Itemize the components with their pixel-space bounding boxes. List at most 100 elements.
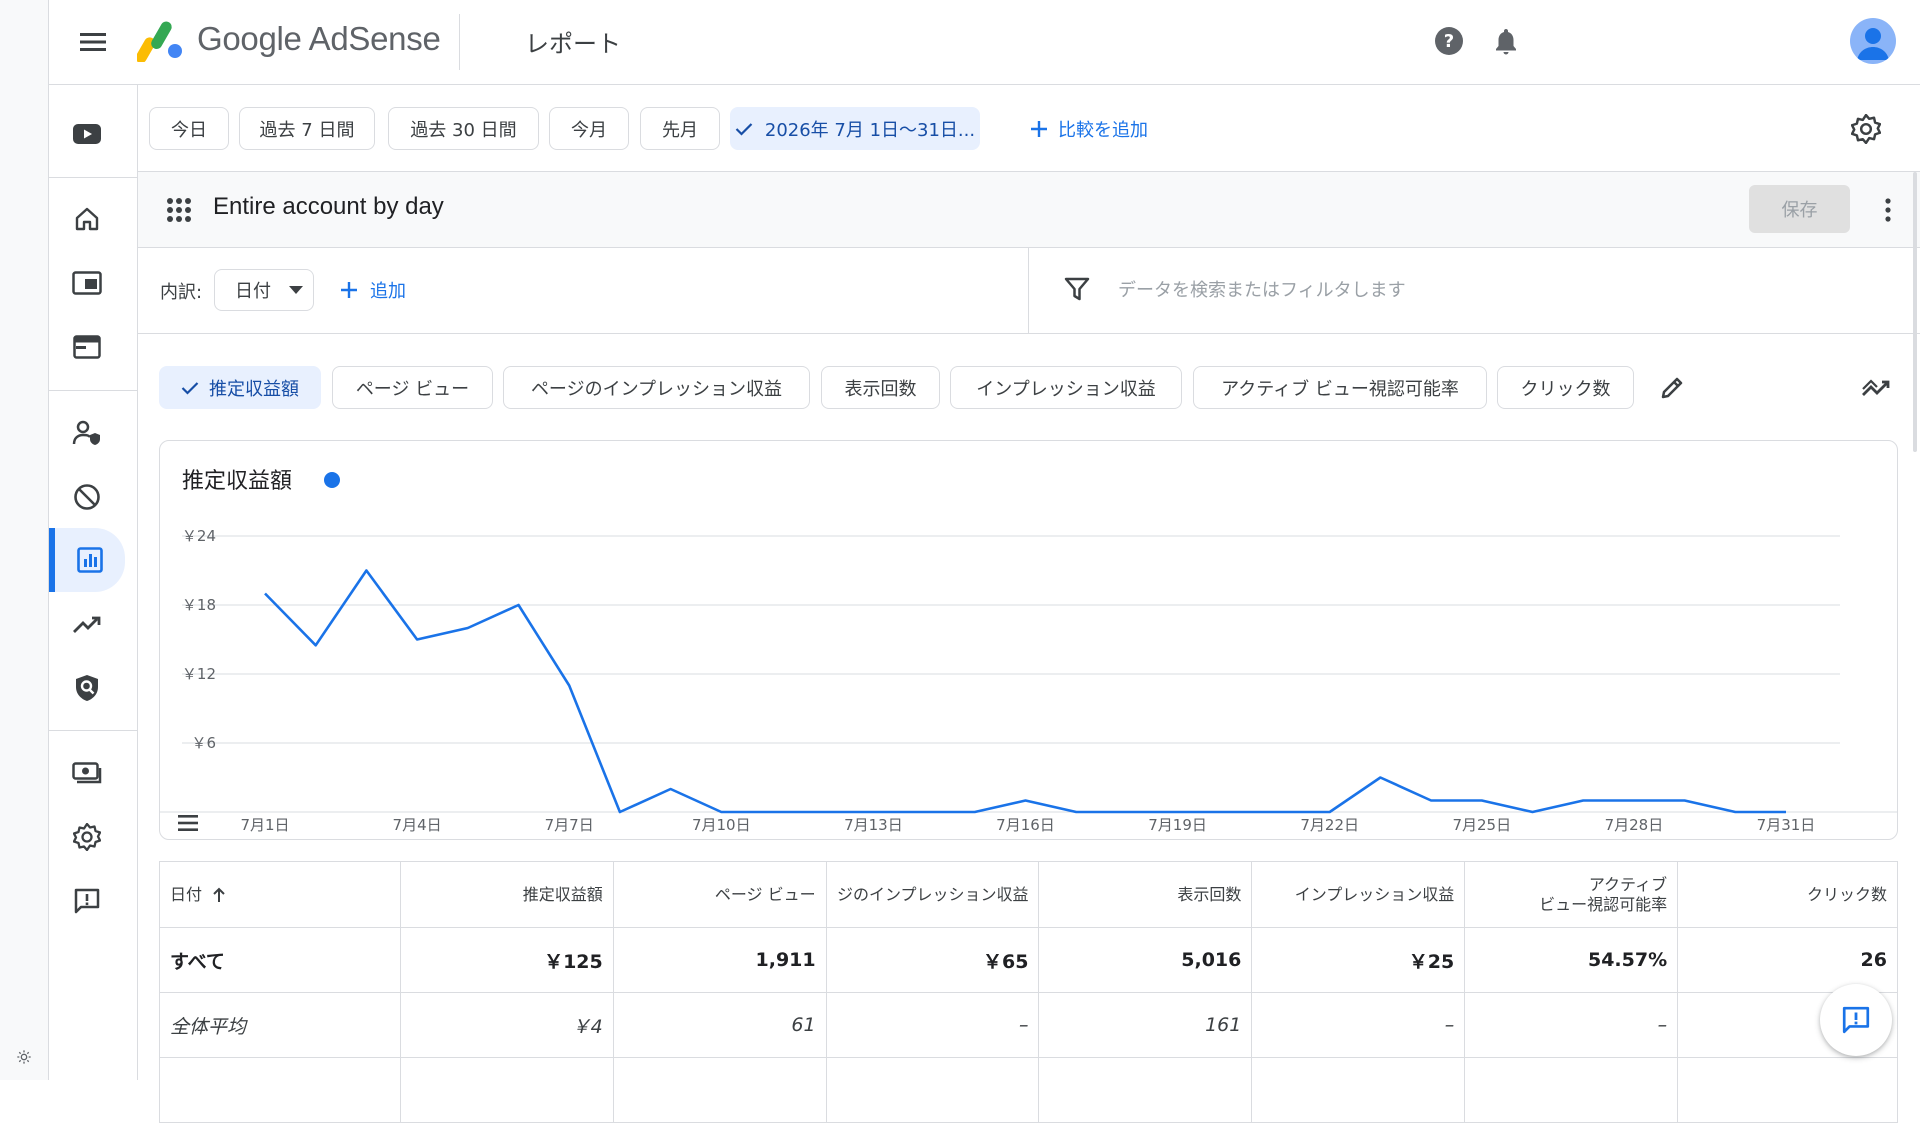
date-range-picker[interactable]: 2026年 7月 1日～31日... xyxy=(730,107,980,150)
sort-ascending-icon xyxy=(213,887,225,902)
add-breakdown-button[interactable]: 追加 xyxy=(340,269,406,311)
date-chip-this-month[interactable]: 今月 xyxy=(549,107,629,150)
table-cell xyxy=(614,1058,827,1122)
help-icon[interactable]: ? xyxy=(1430,22,1468,60)
app-header: Google AdSense レポート ? xyxy=(49,0,1920,85)
metric-chip-clicks[interactable]: クリック数 xyxy=(1497,366,1634,409)
youtube-icon[interactable] xyxy=(49,104,125,164)
y-tick-label: ￥18 xyxy=(182,596,216,614)
add-comparison-label: 比較を追加 xyxy=(1058,119,1148,141)
column-header-estimated-earnings[interactable]: 推定収益額 xyxy=(401,862,614,927)
account-privacy-icon[interactable] xyxy=(49,403,125,463)
account-avatar[interactable] xyxy=(1850,18,1896,64)
date-chip-label: 先月 xyxy=(662,119,698,141)
page-scrollbar[interactable] xyxy=(1913,172,1917,452)
metric-chip-estimated-earnings[interactable]: 推定収益額 xyxy=(159,366,321,409)
table-cell: 161 xyxy=(1039,993,1253,1057)
column-header-impressions[interactable]: 表示回数 xyxy=(1039,862,1253,927)
report-table: 日付 推定収益額 ページ ビュー ジのインプレッション収益 表示回数 インプレッ… xyxy=(159,861,1898,1123)
metric-chip-page-rpm[interactable]: ページのインプレッション収益 xyxy=(503,366,810,409)
column-header-label: ページ ビュー xyxy=(714,884,816,904)
policy-center-icon[interactable] xyxy=(49,658,125,718)
table-cell: ￥25 xyxy=(1252,928,1466,992)
column-header-page-rpm[interactable]: ジのインプレッション収益 xyxy=(827,862,1040,927)
table-cell: – xyxy=(1252,993,1466,1057)
small-settings-icon[interactable] xyxy=(16,1049,32,1065)
chart-legend-menu-icon[interactable] xyxy=(176,813,200,833)
metric-chip-label: クリック数 xyxy=(1520,378,1611,400)
table-cell: 61 xyxy=(614,993,827,1057)
breakdown-divider xyxy=(1028,248,1029,334)
table-cell xyxy=(827,1058,1040,1122)
table-cell: 1,911 xyxy=(614,928,827,992)
menu-icon[interactable] xyxy=(76,25,110,59)
table-cell xyxy=(160,1058,401,1122)
column-header-page-views[interactable]: ページ ビュー xyxy=(614,862,827,927)
x-tick-label: 7月1日 xyxy=(240,816,289,834)
date-chip-last-7-days[interactable]: 過去 7 日間 xyxy=(239,107,375,150)
filter-icon[interactable] xyxy=(1062,274,1092,304)
date-toolbar: 今日 過去 7 日間 過去 30 日間 今月 先月 2026年 7月 1日～31… xyxy=(138,85,1920,172)
column-header-active-view[interactable]: アクティブ ビュー視認可能率 xyxy=(1465,862,1679,927)
optimization-icon[interactable] xyxy=(49,595,125,655)
edit-metrics-pencil-icon[interactable] xyxy=(1655,371,1689,405)
x-tick-label: 7月7日 xyxy=(545,816,594,834)
earnings-line-chart: ￥24 ￥18 ￥12 ￥6 7月1日 7月4日 7月7日 7月10日 7月13日 7月16日 7… xyxy=(160,527,1897,834)
date-chip-today[interactable]: 今日 xyxy=(149,107,229,150)
payments-icon[interactable] xyxy=(49,743,125,803)
column-header-clicks[interactable]: クリック数 xyxy=(1678,862,1898,927)
ads-icon[interactable] xyxy=(49,253,125,313)
report-settings-icon[interactable] xyxy=(1846,109,1886,149)
svg-text:?: ? xyxy=(1444,31,1454,52)
metric-chip-impression-rpm[interactable]: インプレッション収益 xyxy=(950,366,1182,409)
column-header-impression-rpm[interactable]: インプレッション収益 xyxy=(1252,862,1466,927)
table-cell: 5,016 xyxy=(1039,928,1253,992)
page-title: レポート xyxy=(525,30,621,58)
column-header-date[interactable]: 日付 xyxy=(160,862,401,927)
search-filter-input[interactable] xyxy=(1118,268,1878,312)
brand-name: Google AdSense xyxy=(197,20,441,57)
date-chip-last-30-days[interactable]: 過去 30 日間 xyxy=(388,107,539,150)
column-header-label: クリック数 xyxy=(1806,884,1887,904)
adsense-logo-icon xyxy=(137,21,182,62)
date-range-label: 2026年 7月 1日～31日... xyxy=(764,119,976,141)
save-button[interactable]: 保存 xyxy=(1749,185,1850,233)
date-chip-label: 過去 7 日間 xyxy=(259,119,355,141)
trend-comparison-icon[interactable] xyxy=(1857,371,1897,405)
metric-chip-page-views[interactable]: ページ ビュー xyxy=(332,366,493,409)
x-tick-label: 7月31日 xyxy=(1757,816,1816,834)
feedback-icon xyxy=(1842,1006,1870,1034)
notifications-icon[interactable] xyxy=(1487,22,1525,60)
more-options-icon[interactable] xyxy=(1870,190,1906,230)
drag-grid-icon[interactable] xyxy=(165,196,193,224)
x-tick-label: 7月16日 xyxy=(996,816,1055,834)
breakdown-select[interactable]: 日付 xyxy=(214,269,314,311)
metric-chip-label: ページのインプレッション収益 xyxy=(530,378,783,400)
date-chip-last-month[interactable]: 先月 xyxy=(640,107,720,150)
feedback-icon[interactable] xyxy=(49,871,125,931)
metric-chip-active-view[interactable]: アクティブ ビュー視認可能率 xyxy=(1193,366,1487,409)
column-header-label: 日付 xyxy=(170,884,203,904)
add-comparison-button[interactable]: 比較を追加 xyxy=(1030,107,1148,150)
report-title-bar: Entire account by day 保存 xyxy=(138,172,1920,248)
table-cell: 26 xyxy=(1678,928,1898,992)
feedback-fab-button[interactable] xyxy=(1820,984,1892,1056)
column-header-label: 推定収益額 xyxy=(522,884,603,904)
block-controls-icon[interactable] xyxy=(49,467,125,527)
sites-icon[interactable] xyxy=(49,317,125,377)
table-cell: – xyxy=(827,993,1040,1057)
home-icon[interactable] xyxy=(49,189,125,249)
table-row: 全体平均 ￥4 61 – 161 – – xyxy=(160,993,1898,1058)
metric-chip-impressions[interactable]: 表示回数 xyxy=(821,366,940,409)
table-cell xyxy=(1678,1058,1898,1122)
check-icon xyxy=(181,381,199,395)
left-navigation xyxy=(49,85,138,1080)
x-tick-label: 7月10日 xyxy=(692,816,751,834)
settings-icon[interactable] xyxy=(49,807,125,867)
table-cell: 54.57% xyxy=(1465,928,1679,992)
table-header-row: 日付 推定収益額 ページ ビュー ジのインプレッション収益 表示回数 インプレッ… xyxy=(160,862,1898,928)
reports-icon[interactable] xyxy=(49,528,125,592)
plus-icon xyxy=(341,282,357,298)
table-cell: ￥65 xyxy=(827,928,1040,992)
metric-chip-label: アクティブ ビュー視認可能率 xyxy=(1221,378,1459,400)
